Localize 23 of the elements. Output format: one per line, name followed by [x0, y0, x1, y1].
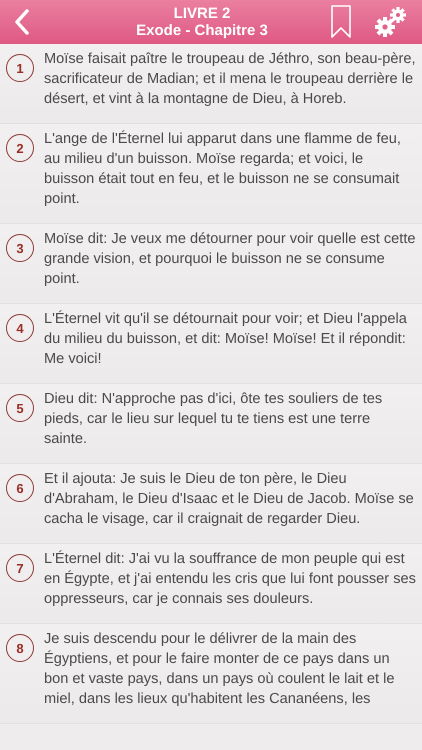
book-title: LIVRE 2 — [174, 4, 230, 22]
chapter-title: Exode - Chapitre 3 — [136, 22, 268, 40]
verse-text: Dieu dit: N'approche pas d'ici, ôte tes souliers de tes pieds, car le lieu sur lequel tu te tiens est une terre sainte. — [44, 390, 384, 449]
verse-number: 7 — [6, 554, 34, 582]
verse-text: Moïse dit: Je veux me détourner pour voir quelle est cette grande vision, et pourquoi le buisson ne se consume point. — [44, 230, 416, 289]
bookmark-icon — [330, 5, 352, 39]
settings-button[interactable] — [374, 6, 408, 38]
verse-text: L'Éternel vit qu'il se détournait pour voir; et Dieu l'appela du milieu du buisson, et dit: Moïse! Moïse! Et il répondit: Me voici! — [44, 309, 408, 369]
verse-number: 5 — [6, 394, 34, 422]
verse-number: 4 — [6, 314, 34, 342]
verse-text: Moïse faisait paître le troupeau de Jéthro, son beau-père, sacrificateur de Madian; et il mena le troupeau derrière le désert, et vint à la montagne de Dieu, à Horeb. — [44, 50, 416, 109]
verse-number: 6 — [6, 474, 34, 502]
verse-text: L'Éternel dit: J'ai vu la souffrance de mon peuple qui est en Égypte, et j'ai entendu les cris que lui font pousser ses oppresseurs, car je connais ses douleurs. — [44, 549, 416, 609]
verse-number: 1 — [6, 54, 34, 82]
bookmark-button[interactable] — [330, 5, 352, 39]
verse-number: 8 — [6, 634, 34, 662]
verse-text: Je suis descendu pour le délivrer de la main des Égyptiens, et pour le faire monter de ce pays dans un bon et vaste pays, dans un pays où coulent le lait et le miel, dans les lieux qu'habitent les Cananéens, les — [44, 630, 396, 709]
verse-number: 2 — [6, 134, 34, 162]
chevron-left-icon — [14, 9, 30, 35]
verse-number: 3 — [6, 234, 34, 262]
verse-text: L'ange de l'Éternel lui apparut dans une flamme de feu, au milieu d'un buisson. Moïse regarda; et voici, le buisson était tout en feu, et le buisson ne se consumait point. — [44, 129, 402, 209]
settings-icon — [374, 6, 408, 38]
verse-text: Et il ajouta: Je suis le Dieu de ton père, le Dieu d'Abraham, le Dieu d'Isaac et le Dieu de Jacob. Moïse se cacha le visage, car il craignait de regarder Dieu. — [44, 470, 415, 529]
